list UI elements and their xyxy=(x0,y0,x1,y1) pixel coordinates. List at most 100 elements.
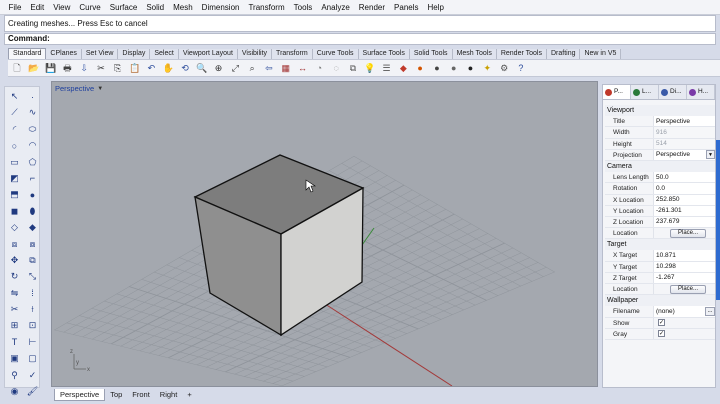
property-value-rotation[interactable]: 0.0 xyxy=(653,183,715,194)
mesh-icon[interactable]: ◇ xyxy=(7,220,22,235)
rendered-sphere-icon[interactable]: ● xyxy=(464,61,478,75)
menu-tools[interactable]: Tools xyxy=(289,0,317,15)
panel-tab-0[interactable]: P... xyxy=(603,85,631,99)
menu-render[interactable]: Render xyxy=(354,0,389,15)
open-icon[interactable]: 📂 xyxy=(27,61,41,75)
property-value-lens-length[interactable]: 50.0 xyxy=(653,172,715,183)
object-snap-icon[interactable]: ◔ xyxy=(312,61,326,75)
arc-tool-icon[interactable]: ◠ xyxy=(25,138,40,153)
property-value-projection[interactable]: Perspective ▼ xyxy=(653,149,715,160)
copy-icon[interactable]: ⎘ xyxy=(111,61,125,75)
menu-mesh[interactable]: Mesh xyxy=(169,0,198,15)
join-icon[interactable]: ⊞ xyxy=(7,318,22,333)
browse-button[interactable]: ... xyxy=(705,306,715,316)
menu-dimension[interactable]: Dimension xyxy=(197,0,244,15)
cylinder-icon[interactable]: ⬮ xyxy=(25,204,40,219)
panel-tab-1[interactable]: L... xyxy=(631,85,659,99)
undo-view-icon[interactable]: ⇦ xyxy=(262,61,276,75)
property-value-x-location[interactable]: 252.850 xyxy=(653,194,715,205)
check-icon[interactable]: ✓ xyxy=(25,368,40,383)
grid-icon[interactable]: ▦ xyxy=(279,61,293,75)
scale-icon[interactable]: ⤡ xyxy=(25,269,40,284)
viewport-tab-top[interactable]: Top xyxy=(105,389,127,401)
mirror-icon[interactable]: ⇋ xyxy=(7,286,22,301)
viewport-tab-front[interactable]: Front xyxy=(127,389,155,401)
rotate-view-icon[interactable]: ⟲ xyxy=(178,61,192,75)
undo-icon[interactable]: ↶ xyxy=(144,61,158,75)
array-icon[interactable]: ⁞ xyxy=(25,286,40,301)
viewport-tab-right[interactable]: Right xyxy=(155,389,183,401)
viewport-title[interactable]: Perspective ▼ xyxy=(55,84,103,93)
import-icon[interactable]: ⇩ xyxy=(77,61,91,75)
select-arrow-icon[interactable]: ↖ xyxy=(7,89,22,104)
trim-icon[interactable]: ✂ xyxy=(7,302,22,317)
fillet-icon[interactable]: ⌐ xyxy=(25,171,40,186)
planar-surface-icon[interactable]: ◆ xyxy=(25,220,40,235)
zoom-selected-icon[interactable]: ⌕ xyxy=(245,61,259,75)
menu-solid[interactable]: Solid xyxy=(142,0,169,15)
add-viewport-tab-button[interactable]: + xyxy=(182,389,196,401)
polyline-icon[interactable]: ⟋ xyxy=(7,105,22,120)
arc-icon[interactable]: ◜ xyxy=(7,122,22,137)
curve-icon[interactable]: ∿ xyxy=(25,105,40,120)
properties-icon[interactable]: ☰ xyxy=(380,61,394,75)
hide-icon[interactable]: ◌ xyxy=(329,61,343,75)
place-button[interactable]: Place... xyxy=(670,228,706,238)
extrude-icon[interactable]: ⬒ xyxy=(7,187,22,202)
color-wheel-icon[interactable]: ● xyxy=(413,61,427,75)
chevron-down-icon[interactable]: ▼ xyxy=(97,86,103,92)
command-prompt[interactable]: Command: xyxy=(4,33,716,45)
options-icon[interactable]: ⚙ xyxy=(497,61,511,75)
layer-icon[interactable]: ⧉ xyxy=(346,61,360,75)
print-icon[interactable]: 🖶 xyxy=(60,61,74,75)
copy-object-icon[interactable]: ⧉ xyxy=(25,253,40,268)
menu-panels[interactable]: Panels xyxy=(390,0,423,15)
group-icon[interactable]: ▣ xyxy=(7,351,22,366)
menu-analyze[interactable]: Analyze xyxy=(317,0,354,15)
save-icon[interactable]: 💾 xyxy=(44,61,58,75)
box-icon[interactable]: ◼ xyxy=(7,204,22,219)
checkbox-show[interactable]: ✓ xyxy=(658,319,665,327)
material-icon[interactable]: ◆ xyxy=(396,61,410,75)
menu-transform[interactable]: Transform xyxy=(244,0,289,15)
ungroup-icon[interactable]: ▢ xyxy=(25,351,40,366)
shaded-sphere-icon[interactable]: ● xyxy=(447,61,461,75)
property-value-gray[interactable]: ✓ xyxy=(653,328,715,339)
dimension-icon[interactable]: ↔ xyxy=(296,61,310,75)
menu-curve[interactable]: Curve xyxy=(75,0,105,15)
move-icon[interactable]: ✥ xyxy=(7,253,22,268)
menu-file[interactable]: File xyxy=(4,0,26,15)
property-value-z-location[interactable]: 237.679 xyxy=(653,216,715,228)
cut-icon[interactable]: ✂ xyxy=(94,61,108,75)
chevron-down-icon[interactable]: ▼ xyxy=(706,150,715,160)
zoom-extents-icon[interactable]: ⤢ xyxy=(228,61,242,75)
menu-edit[interactable]: Edit xyxy=(26,0,49,15)
property-value-y-location[interactable]: -261.301 xyxy=(653,205,715,216)
boolean-diff-icon[interactable]: ⧇ xyxy=(25,237,40,252)
sphere-icon[interactable]: ● xyxy=(25,187,40,202)
property-value-show[interactable]: ✓ xyxy=(653,317,715,328)
menu-surface[interactable]: Surface xyxy=(105,0,142,15)
property-value-x-target[interactable]: 10.871 xyxy=(653,250,715,261)
zoom-window-icon[interactable]: ⊕ xyxy=(212,61,226,75)
light-icon[interactable]: ✦ xyxy=(480,61,494,75)
menu-view[interactable]: View xyxy=(49,0,75,15)
split-icon[interactable]: ⟊ xyxy=(25,302,40,317)
box-solid[interactable] xyxy=(193,154,365,337)
analyze-icon[interactable]: ⚲ xyxy=(7,368,22,383)
circle-icon[interactable]: ○ xyxy=(7,138,22,153)
place-button[interactable]: Place... xyxy=(670,284,706,294)
property-value-z-target[interactable]: -1.267 xyxy=(653,272,715,283)
rotate-icon[interactable]: ↻ xyxy=(7,269,22,284)
property-value-location[interactable]: Place... xyxy=(653,228,715,239)
zoom-icon[interactable]: 🔍 xyxy=(195,61,209,75)
menu-help[interactable]: Help xyxy=(423,0,448,15)
surface-icon[interactable]: ◩ xyxy=(7,171,22,186)
polygon-icon[interactable]: ⬠ xyxy=(25,155,40,170)
boolean-union-icon[interactable]: ⧈ xyxy=(7,237,22,252)
panel-tab-3[interactable]: H... xyxy=(687,85,715,99)
paint-icon[interactable]: 🖌 xyxy=(25,384,40,399)
property-value-location[interactable]: Place... xyxy=(653,284,715,295)
panel-tab-2[interactable]: Di... xyxy=(659,85,687,99)
point-icon[interactable]: · xyxy=(25,89,40,104)
